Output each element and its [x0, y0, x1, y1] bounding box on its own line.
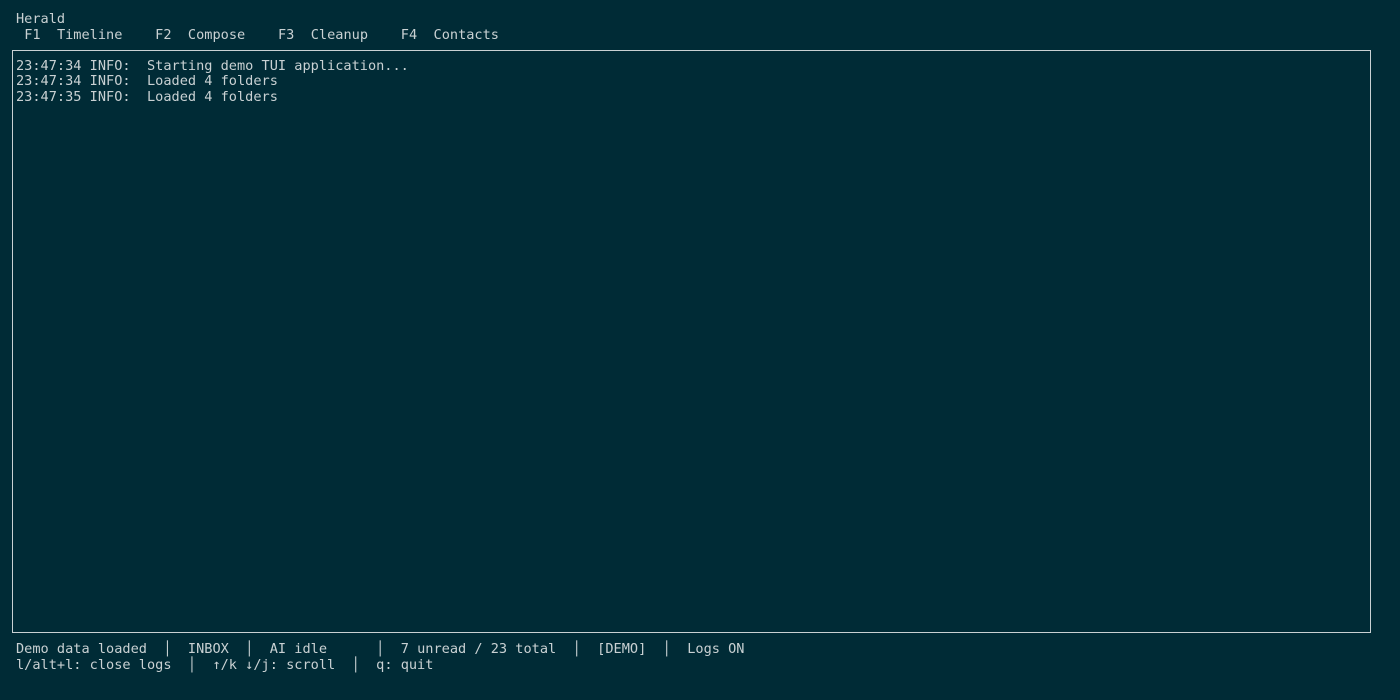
tab-contacts[interactable]: F4 Contacts: [401, 27, 499, 43]
help-bar: l/alt+l: close logs │ ↑/k ↓/j: scroll │ …: [16, 656, 434, 674]
log-line: 23:47:34 INFO: Loaded 4 folders: [16, 73, 278, 90]
log-level: INFO:: [89, 73, 131, 89]
app-title: Herald: [16, 11, 66, 27]
tab-label: Timeline: [56, 26, 123, 43]
log-time: 23:47:34: [16, 73, 82, 89]
log-line: 23:47:34 INFO: Starting demo TUI applica…: [16, 57, 409, 75]
help-scroll: ↑/k ↓/j: scroll: [212, 656, 336, 673]
tab-label: Contacts: [433, 26, 499, 43]
log-panel[interactable]: 23:47:34 INFO: Starting demo TUI applica…: [12, 50, 1371, 633]
status-message: Demo data loaded: [16, 641, 147, 657]
log-time: 23:47:34: [16, 57, 82, 74]
tab-label: Compose: [187, 26, 246, 43]
log-line: 23:47:35 INFO: Loaded 4 folders: [16, 88, 278, 106]
log-message: Starting demo TUI application...: [146, 57, 409, 74]
status-folder: INBOX: [187, 641, 229, 657]
tab-timeline[interactable]: F1 Timeline: [16, 27, 122, 43]
help-close-logs: l/alt+l: close logs: [16, 656, 172, 673]
status-separator: │: [376, 641, 385, 657]
log-level: INFO:: [89, 88, 131, 105]
tab-bar: F1 Timeline F2 Compose F3 Cleanup F4 Con…: [16, 27, 499, 44]
log-time: 23:47:35: [16, 88, 82, 105]
tab-key: F4: [400, 26, 418, 43]
status-mode: [DEMO]: [597, 641, 647, 657]
status-logs: Logs ON: [687, 641, 745, 657]
log-message: Loaded 4 folders: [146, 88, 278, 105]
tab-key: F1: [24, 26, 41, 43]
tab-key: F3: [277, 26, 295, 43]
tab-label: Cleanup: [310, 26, 369, 43]
tab-key: F2: [155, 26, 172, 43]
help-separator: │: [187, 656, 197, 673]
log-level: INFO:: [89, 57, 131, 74]
status-separator: │: [163, 641, 172, 657]
status-separator: │: [572, 641, 581, 657]
tab-compose[interactable]: F2 Compose: [155, 27, 245, 43]
status-separator: │: [662, 641, 671, 657]
help-separator: │: [351, 656, 360, 673]
status-ai: AI idle: [269, 641, 328, 657]
log-message: Loaded 4 folders: [146, 73, 278, 89]
tab-cleanup[interactable]: F3 Cleanup: [278, 27, 368, 43]
status-separator: │: [245, 641, 254, 657]
status-counts: 7 unread / 23 total: [400, 641, 557, 657]
help-quit: q: quit: [376, 656, 434, 673]
status-bar: Demo data loaded │ INBOX │ AI idle │ 7 u…: [16, 641, 745, 658]
